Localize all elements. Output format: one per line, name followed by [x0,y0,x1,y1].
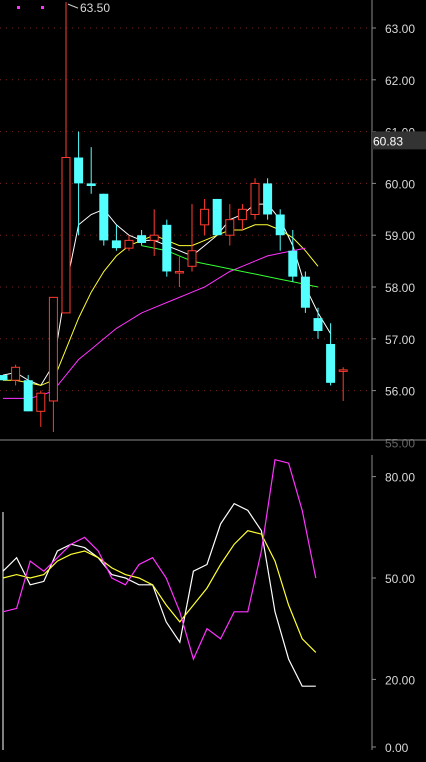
candle-body-down [111,240,121,249]
candle-body-down [288,250,298,277]
price-tick-label: 55.00 [385,436,415,450]
candle-body-up [36,392,46,412]
candle-body-down [137,235,147,243]
candle-body-down [162,224,172,272]
oscillator-tick-label: 50.00 [385,572,415,586]
candle-body-down [99,193,109,241]
chart-screen: 63.0062.0061.0060.0059.0058.0057.0056.00… [0,0,426,757]
candle-body-up [149,234,159,241]
candle-body-up [225,219,235,236]
candle-body-up [187,250,197,267]
candle-body-down [300,276,310,308]
oscillator-tick-label: 0.00 [385,741,409,755]
candle-body-down [275,214,285,236]
candle-body-down [23,380,33,412]
candle-body-up [11,366,21,381]
price-tick-label: 58.00 [385,281,415,295]
price-tick-label: 56.00 [385,385,415,399]
legend-dot [17,6,20,9]
candle-body-up [338,369,348,372]
candle-body-up [200,208,210,226]
candle-body-down [0,375,8,381]
candle-body-up [61,157,71,314]
price-tick-label: 62.00 [385,74,415,88]
candle-body-down [326,343,336,383]
candle-body-up [237,208,247,221]
price-tick-label: 60.00 [385,177,415,191]
candle-body-up [124,239,134,249]
chart-canvas: 63.0062.0061.0060.0059.0058.0057.0056.00… [0,0,426,757]
candle-body-up [48,296,58,402]
candle-body-up [174,270,184,274]
legend-dot [41,6,44,9]
candle-body-down [86,183,96,186]
current-price-label: 60.83 [373,134,403,148]
candle-body-up [250,182,260,215]
price-tick-label: 59.00 [385,229,415,243]
candle-body-down [212,198,222,236]
price-tick-label: 63.00 [385,22,415,36]
max-price-label: 63.50 [80,1,110,15]
price-tick-label: 57.00 [385,333,415,347]
oscillator-tick-label: 20.00 [385,673,415,687]
oscillator-tick-label: 80.00 [385,471,415,485]
candle-body-down [313,318,323,332]
candle-body-down [74,157,84,184]
candle-body-down [263,183,273,215]
